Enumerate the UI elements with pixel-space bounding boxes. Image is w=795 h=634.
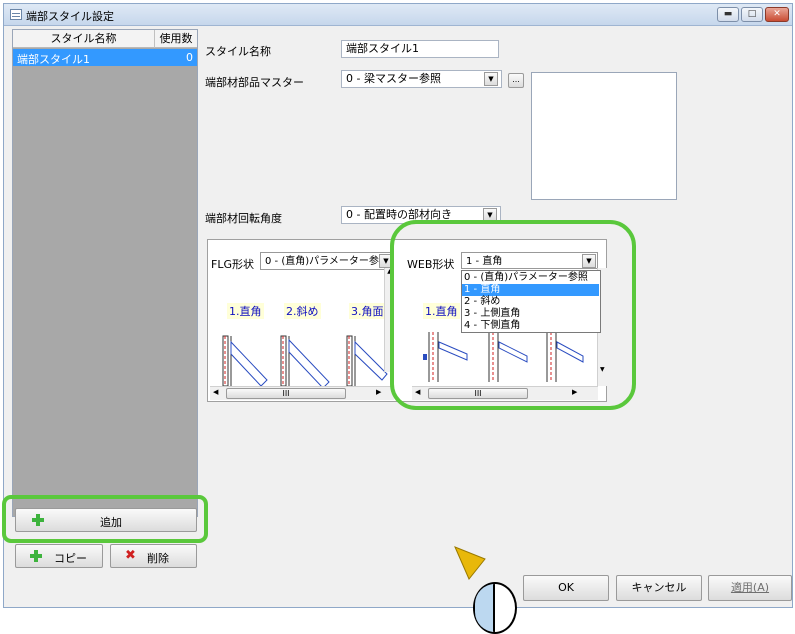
grid-header: スタイル名称 使用数 — [13, 30, 197, 48]
title-bar: 端部スタイル設定 ▬ □ ✕ — [4, 4, 792, 26]
style-name-label: スタイル名称 — [205, 45, 271, 58]
table-row[interactable]: 端部スタイル1 0 — [13, 49, 197, 66]
delete-button[interactable]: ✖ 削除 — [110, 544, 197, 568]
web-shape-highlight — [390, 220, 636, 410]
add-button[interactable]: 追加 — [15, 508, 197, 532]
apply-button[interactable]: 適用(A) — [708, 575, 792, 601]
dialog-window: 端部スタイル設定 ▬ □ ✕ スタイル名称 使用数 端部スタイル1 0 追加 コ… — [2, 3, 793, 608]
column-header-count[interactable]: 使用数 — [155, 30, 197, 48]
plus-icon — [32, 514, 44, 526]
minimize-button[interactable]: ▬ — [717, 7, 739, 22]
window-title: 端部スタイル設定 — [26, 10, 114, 23]
row-count: 0 — [186, 51, 193, 64]
add-button-label: 追加 — [100, 516, 122, 529]
delete-button-label: 削除 — [147, 552, 169, 565]
flg-select[interactable]: 0 - (直角)パラメーター参照 ▼ — [260, 252, 394, 270]
parts-master-value: 0 - 梁マスター参照 — [346, 72, 441, 85]
chevron-down-icon[interactable]: ▼ — [484, 72, 498, 86]
maximize-button[interactable]: □ — [741, 7, 763, 22]
parts-master-label: 端部材部品マスター — [205, 76, 304, 89]
mouse-cursor-icon — [473, 582, 517, 634]
pointer-arrow-icon — [454, 546, 486, 580]
flg-value: 0 - (直角)パラメーター参照 — [265, 256, 389, 267]
flg-label: FLG形状 — [211, 258, 254, 271]
copy-button-label: コピー — [54, 552, 87, 565]
parts-master-select[interactable]: 0 - 梁マスター参照 ▼ — [341, 70, 502, 88]
flg-scroll-thumb[interactable]: III — [226, 388, 346, 399]
flg-tiles: 1.直角 2.斜め 3.角面 — [217, 302, 392, 389]
scroll-left-icon[interactable]: ◀ — [213, 388, 218, 396]
close-button[interactable]: ✕ — [765, 7, 789, 22]
style-name-input[interactable]: 端部スタイル1 — [341, 40, 499, 58]
copy-button[interactable]: コピー — [15, 544, 103, 568]
cancel-button[interactable]: キャンセル — [616, 575, 702, 601]
flg-tile-3-label: 3.角面 — [349, 303, 386, 319]
delete-x-icon: ✖ — [125, 548, 136, 563]
flg-tile-2-label: 2.斜め — [284, 303, 321, 319]
scroll-right-icon[interactable]: ▶ — [376, 388, 381, 396]
rotation-label: 端部材回転角度 — [205, 212, 282, 225]
preview-image-box — [531, 72, 677, 200]
style-list-grid: スタイル名称 使用数 端部スタイル1 0 — [12, 29, 198, 517]
column-header-name[interactable]: スタイル名称 — [13, 30, 155, 48]
row-name: 端部スタイル1 — [17, 53, 90, 66]
mouse-button-shape — [475, 584, 495, 632]
browse-button[interactable]: ... — [508, 73, 524, 88]
flg-tile-1-label: 1.直角 — [227, 303, 264, 319]
window-icon — [10, 9, 22, 20]
plus-icon — [30, 550, 42, 562]
ok-button[interactable]: OK — [523, 575, 609, 601]
flg-hscroll[interactable]: ◀ III ▶ — [210, 386, 394, 400]
